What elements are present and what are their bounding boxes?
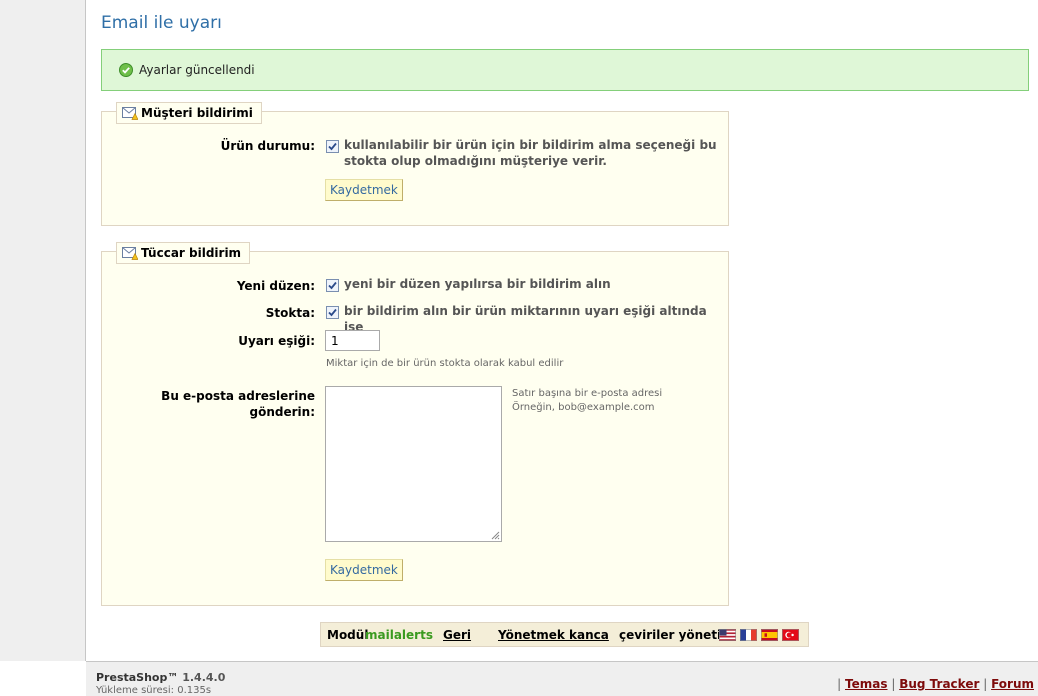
emails-label-line1: Bu e-posta adreslerine	[161, 389, 315, 403]
customer-notification-fieldset: Müşteri bildirimi Ürün durumu: kullanıla…	[101, 102, 729, 226]
module-toolbar: Modül mailalerts Geri Yönetmek kanca çev…	[320, 622, 809, 647]
stock-description: bir bildirim alın bir ürün miktarının uy…	[344, 304, 707, 334]
back-link[interactable]: Geri	[443, 628, 471, 642]
product-status-label: Ürün durumu:	[220, 139, 315, 153]
forum-link[interactable]: Forum	[991, 677, 1034, 691]
footer-links: | Temas | Bug Tracker | Forum	[837, 677, 1034, 691]
flag-us-icon[interactable]	[719, 629, 736, 641]
merchant-notification-legend-text: Tüccar bildirim	[141, 246, 242, 260]
merchant-notification-fieldset: Tüccar bildirim Yeni düzen: yeni bir düz…	[101, 242, 729, 606]
bug-tracker-link[interactable]: Bug Tracker	[899, 677, 979, 691]
flag-tr-icon[interactable]	[782, 629, 799, 641]
emails-textarea[interactable]	[325, 386, 502, 542]
stock-label: Stokta:	[265, 306, 315, 320]
customer-notification-legend: Müşteri bildirimi	[116, 102, 262, 124]
stock-checkbox[interactable]	[326, 306, 339, 319]
new-order-description: yeni bir düzen yapılırsa bir bildirim al…	[344, 277, 611, 291]
page-title: Email ile uyarı	[101, 13, 222, 33]
emails-note-line1: Satır başına bir e-posta adresi	[512, 388, 663, 399]
merchant-save-button[interactable]: Kaydetmek	[325, 559, 403, 581]
success-banner: Ayarlar güncellendi	[101, 49, 1029, 91]
customer-notification-legend-text: Müşteri bildirimi	[141, 106, 253, 120]
footer-brand-name: PrestaShop™	[96, 671, 179, 684]
footer-load-time: Yükleme süresi: 0.135s	[96, 685, 212, 696]
emails-note-line2: Örneğin, bob@example.com	[512, 402, 655, 413]
footer-version: 1.4.4.0	[182, 671, 226, 684]
checkmark-icon	[328, 281, 337, 290]
checkmark-icon	[328, 308, 337, 317]
module-name: mailalerts	[365, 628, 433, 642]
mail-alert-icon	[122, 247, 138, 260]
check-circle-icon	[119, 63, 133, 77]
checkmark-icon	[328, 142, 337, 151]
footer-separator: |	[891, 677, 896, 691]
new-order-checkbox[interactable]	[326, 279, 339, 292]
threshold-label: Uyarı eşiği:	[238, 334, 315, 348]
module-prefix: Modül	[327, 628, 369, 642]
footer-separator: |	[837, 677, 842, 691]
flag-fr-icon[interactable]	[740, 629, 757, 641]
merchant-notification-legend: Tüccar bildirim	[116, 242, 251, 264]
footer-separator: |	[983, 677, 988, 691]
success-message: Ayarlar güncellendi	[139, 63, 255, 77]
footer: PrestaShop™ 1.4.4.0 Yükleme süresi: 0.13…	[86, 661, 1038, 696]
new-order-label: Yeni düzen:	[236, 279, 315, 293]
left-sidebar-strip	[0, 0, 86, 661]
threshold-note: Miktar için de bir ürün stokta olarak ka…	[326, 358, 564, 369]
emails-label-line2: gönderin:	[249, 405, 315, 419]
contact-link[interactable]: Temas	[845, 677, 887, 691]
flag-es-icon[interactable]	[761, 629, 778, 641]
customer-save-button[interactable]: Kaydetmek	[325, 179, 403, 201]
mail-alert-icon	[122, 107, 138, 120]
manage-hook-link[interactable]: Yönetmek kanca	[498, 628, 609, 642]
product-status-checkbox[interactable]	[326, 140, 339, 153]
resize-grip-icon[interactable]	[491, 531, 500, 540]
threshold-input[interactable]	[325, 330, 380, 351]
footer-brand: PrestaShop™ 1.4.4.0	[96, 671, 225, 684]
product-status-description: kullanılabilir bir ürün için bir bildiri…	[344, 138, 717, 168]
translations-label: çeviriler yönetin:	[619, 628, 735, 642]
